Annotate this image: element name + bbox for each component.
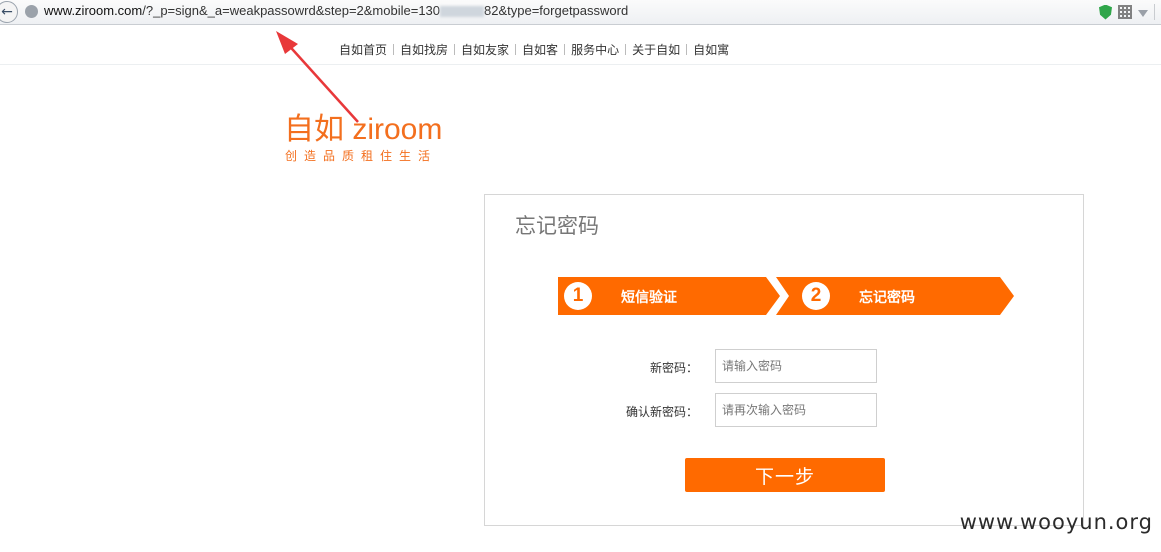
url-path: /?_p=sign&_a=weakpassowrd&step=2&mobile=… [142,3,441,18]
next-step-button[interactable]: 下一步 [685,458,885,492]
nav-divider [564,44,566,55]
confirm-password-input[interactable] [715,393,877,427]
divider [1154,4,1155,20]
url-redacted [440,6,485,18]
ziroom-logo[interactable]: 自如 ziroom 创造品质租住生活 [284,113,469,168]
back-button[interactable]: ← [0,1,18,23]
nav-item[interactable]: 自如友家 [461,41,509,58]
nav-item[interactable]: 自如寓 [693,41,729,58]
address-bar-icons [1099,4,1155,20]
logo-wordmark: 自如 ziroom [284,113,443,146]
shield-icon[interactable] [1099,4,1112,20]
nav-divider [515,44,517,55]
top-nav-list: 自如首页 自如找房 自如友家 自如客 服务中心 关于自如 自如寓 [339,41,729,58]
nav-item[interactable]: 服务中心 [571,41,619,58]
url-domain: www.ziroom.com [44,3,143,18]
new-password-input[interactable] [715,349,877,383]
nav-item[interactable]: 自如客 [522,41,558,58]
qr-code-icon[interactable] [1118,5,1132,19]
url-field[interactable]: www.ziroom.com/?_p=sign&_a=weakpassowrd&… [44,3,628,18]
step-2-label: 忘记密码 [859,290,915,306]
page: ← www.ziroom.com/?_p=sign&_a=weakpassowr… [0,0,1161,552]
watermark: www.wooyun.org [959,510,1153,534]
nav-divider [686,44,688,55]
globe-icon [25,5,38,18]
step-1-number: 1 [564,282,592,310]
url-path-tail: 82&type=forgetpassword [484,3,629,18]
new-password-label: 新密码： [649,361,698,375]
nav-item[interactable]: 自如找房 [400,41,448,58]
step-2-number: 2 [802,282,830,310]
nav-item[interactable]: 关于自如 [632,41,680,58]
step-1-label: 短信验证 [621,290,677,306]
logo-tagline: 创造品质租住生活 [285,149,438,163]
panel-title: 忘记密码 [515,214,599,238]
nav-divider [454,44,456,55]
confirm-password-label: 确认新密码： [625,405,698,419]
chevron-down-icon[interactable] [1138,10,1148,17]
arrow-left-icon: ← [1,4,13,20]
forget-password-panel: 忘记密码 1 短信验证 2 忘记密码 新密码： 确认新密码： 下一步 [484,194,1084,526]
nav-divider [393,44,395,55]
browser-address-bar: ← www.ziroom.com/?_p=sign&_a=weakpassowr… [0,0,1161,25]
nav-divider [625,44,627,55]
nav-item[interactable]: 自如首页 [339,41,387,58]
top-navigation: 自如首页 自如找房 自如友家 自如客 服务中心 关于自如 自如寓 [0,25,1161,65]
